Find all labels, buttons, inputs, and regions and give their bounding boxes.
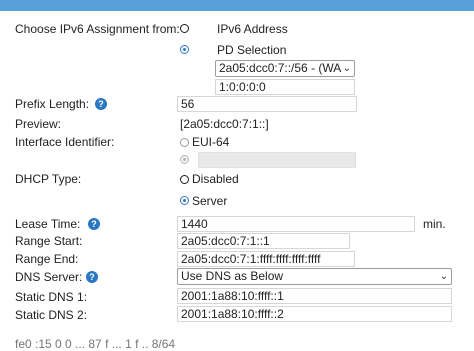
radio-pd-selection[interactable] [180, 45, 189, 54]
dhcp-disabled-option-label: Disabled [192, 172, 239, 186]
window-top-strip [0, 0, 474, 11]
dhcp-type-label: DHCP Type: [15, 172, 82, 186]
dns-server-value: Use DNS as Below [181, 269, 284, 283]
chevron-down-icon: ⌄ [342, 63, 351, 74]
lease-time-label: Lease Time: [15, 217, 81, 231]
range-start-label: Range Start: [15, 234, 83, 248]
lease-time-field[interactable]: 1440 [177, 216, 415, 232]
interface-id-field [198, 152, 356, 168]
radio-eui64[interactable] [180, 138, 189, 147]
pd-suffix-field[interactable]: 1:0:0:0:0 [215, 79, 355, 95]
range-end-label: Range End: [15, 252, 79, 266]
radio-dhcp-server[interactable] [180, 196, 189, 205]
chevron-down-icon: ⌄ [439, 271, 448, 282]
help-icon[interactable]: ? [86, 271, 98, 283]
cutoff-row-text: fe0 :15 0 0 ... 87 f ... 1 f .. 8/64 [15, 337, 176, 351]
pd-selection-option-label: PD Selection [217, 43, 287, 57]
dns-server-select[interactable]: Use DNS as Below ⌄ [177, 268, 452, 285]
dns-server-label: DNS Server: [15, 270, 83, 284]
prefix-length-label: Prefix Length: [15, 97, 90, 111]
ipv6-address-option-label: IPv6 Address [217, 22, 288, 36]
eui64-option-label: EUI-64 [192, 135, 230, 149]
range-end-field[interactable]: 2a05:dcc0:7:1:ffff:ffff:ffff:ffff [177, 251, 355, 267]
assignment-label: Choose IPv6 Assignment from: [15, 22, 180, 36]
radio-dhcp-disabled[interactable] [180, 175, 189, 184]
range-start-field[interactable]: 2a05:dcc0:7:1::1 [177, 233, 350, 249]
radio-ipv6-address[interactable] [180, 24, 189, 33]
pd-select-dropdown[interactable]: 2a05:dcc0:7::/56 - (WA ⌄ [215, 60, 355, 77]
lease-time-unit: min. [423, 217, 446, 231]
static-dns1-label: Static DNS 1: [15, 290, 88, 304]
dhcp-server-option-label: Server [192, 194, 228, 208]
preview-value: [2a05:dcc0:7:1::] [180, 117, 269, 131]
pd-select-value: 2a05:dcc0:7::/56 - (WA [219, 61, 342, 75]
help-icon[interactable]: ? [95, 98, 107, 110]
prefix-length-field[interactable]: 56 [177, 96, 357, 112]
static-dns1-field[interactable]: 2001:1a88:10:ffff::1 [177, 288, 452, 304]
preview-label: Preview: [15, 117, 62, 131]
help-icon[interactable]: ? [88, 218, 100, 230]
static-dns2-field[interactable]: 2001:1a88:10:ffff::2 [177, 306, 452, 322]
static-dns2-label: Static DNS 2: [15, 308, 88, 322]
interface-id-label: Interface Identifier: [15, 135, 115, 149]
radio-manual-interface-id [180, 155, 189, 164]
